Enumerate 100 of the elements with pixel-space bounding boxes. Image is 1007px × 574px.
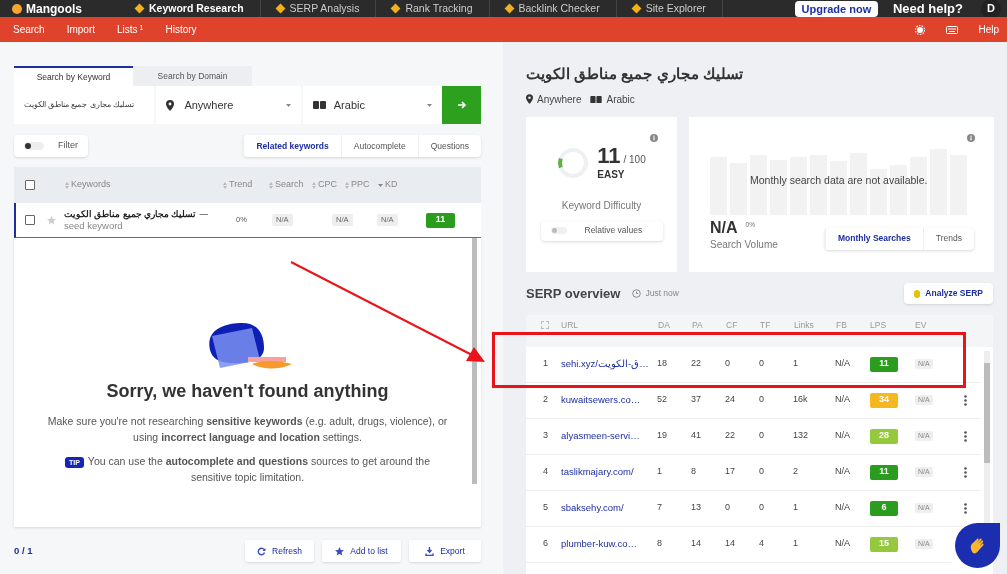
table-cell: 18 [657,357,667,371]
url-link[interactable]: alyasmeen-servi… [561,428,640,444]
source-tab[interactable]: Autocomplete [340,135,418,157]
toggle-switch[interactable] [24,142,44,150]
url-link[interactable]: plumber-kuw.co… [561,536,638,552]
download-icon [425,546,435,556]
bulb-icon [914,289,921,298]
relative-values-toggle[interactable]: Relative values [540,220,663,241]
difficulty-rating: EASY [597,167,626,182]
more-options-icon[interactable] [964,430,967,442]
kd-badge: 11 [426,212,455,228]
rank-number: 4 [543,465,548,479]
sub-nav-link[interactable]: Search [13,22,45,37]
table-cell: 0 [759,429,764,443]
table-cell: 22 [725,429,735,443]
table-cell: 2 [793,465,798,479]
rank-number: 5 [543,501,548,515]
language-text: Arabic [606,92,635,107]
timestamp: Just now [645,287,679,300]
more-options-icon[interactable] [964,502,967,514]
sub-nav-link[interactable]: Lists $^{1}$ [117,22,144,37]
table-cell: 0 [759,501,764,515]
footer-button[interactable]: Add to list [322,540,401,562]
user-avatar[interactable]: D [981,0,1001,17]
table-cell: 13 [691,501,701,515]
table-cell: 0 [759,465,764,479]
empty-state-title: Sorry, we haven't found anything [106,380,389,403]
nav-icon [275,3,285,14]
filter-toggle[interactable]: Filter [14,135,88,157]
help-menu[interactable]: Help [978,22,999,37]
export-button[interactable]: Export [409,540,481,562]
empty-state-message: Make sure you're not researching sensitive keywords (e.g. adult, drugs, violence), or using incorrect language and location settings. [47,414,448,445]
analyze-serp-button[interactable]: Analyze SERP [904,283,993,304]
result-count: 0 / 1 [14,543,33,558]
search-mode-tab[interactable]: Search by Domain [133,66,252,86]
difficulty-label: Keyword Difficulty [561,198,642,213]
arrow-right-icon [456,100,467,110]
more-options-icon[interactable] [964,394,967,406]
table-cell: N/A [835,393,850,407]
url-link[interactable]: sehi.xyz/ق-الكويت… [561,356,649,372]
lps-badge: 15 [870,536,898,552]
chart-mode-tab[interactable]: Trends [922,227,974,250]
keyboard-icon[interactable] [946,25,959,34]
difficulty-max: / 100 [623,152,646,167]
table-cell: 4 [759,537,764,551]
url-link[interactable]: kuwaitsewers.co… [561,392,641,408]
row-checkbox[interactable] [25,215,35,225]
toggle-switch[interactable] [550,227,567,234]
location-pin-icon [526,94,533,104]
table-cell: 132 [793,429,809,443]
url-link[interactable]: sbaksehy.com/ [561,500,624,516]
star-icon[interactable] [47,215,56,225]
info-icon[interactable] [967,133,975,142]
nav-icon [134,3,145,14]
more-options-icon[interactable] [964,466,967,478]
source-tab[interactable]: Related keywords [243,135,341,157]
source-tab[interactable]: Questions [417,135,481,157]
search-volume-label: Search Volume [710,237,778,252]
keyword-text: تسليك مجاري جميع مناطق الكويت [64,209,197,220]
footer-button[interactable]: Refresh [245,540,314,562]
language-select[interactable]: Arabic [302,86,443,124]
sort-down-icon[interactable] [378,183,383,187]
table-cell: 0 [759,393,764,407]
select-all-checkbox[interactable] [25,180,35,190]
keyword-title: تسليك مجاري جميع مناطق الكويت [526,64,743,86]
help-text: Need help? [892,0,963,17]
table-cell: N/A [835,429,850,443]
refresh-icon [257,546,267,556]
table-cell: 52 [657,393,667,407]
rank-number: 1 [543,357,548,371]
table-cell: 8 [691,465,696,479]
rank-number: 3 [543,429,548,443]
nav-icon [631,3,642,14]
nav-icon [390,3,401,14]
star-icon [335,546,345,556]
table-cell: 41 [691,429,701,443]
lps-badge: 28 [870,428,898,444]
upgrade-button[interactable]: Upgrade now [794,0,878,17]
rank-number: 6 [543,537,548,551]
url-link[interactable]: taslikmajary.com/ [561,464,634,480]
info-icon[interactable] [650,133,658,142]
search-mode-tab[interactable]: Search by Keyword [14,66,133,86]
location-select[interactable]: Anywhere [156,86,301,124]
table-cell: 1 [657,465,662,479]
table-cell: 8 [657,537,662,551]
rank-number: 2 [543,393,548,407]
settings-icon[interactable] [915,24,926,35]
lps-badge: 11 [870,464,898,480]
table-cell: 16k [793,393,808,407]
sub-nav-link[interactable]: Import [66,22,96,37]
table-cell: 14 [691,537,701,551]
table-cell: 0 [725,501,730,515]
search-volume-value: N/A [710,219,738,236]
chart-mode-tab[interactable]: Monthly Searches [825,227,923,250]
location-pin-icon [166,99,175,111]
keyword-input[interactable]: تسليك مجارى جميع مناطق الكويت [14,86,155,124]
sub-nav-link[interactable]: History [165,22,197,37]
logo-text: Mangools [26,0,82,17]
nav-icon [504,3,514,14]
table-cell: N/A [835,465,850,479]
